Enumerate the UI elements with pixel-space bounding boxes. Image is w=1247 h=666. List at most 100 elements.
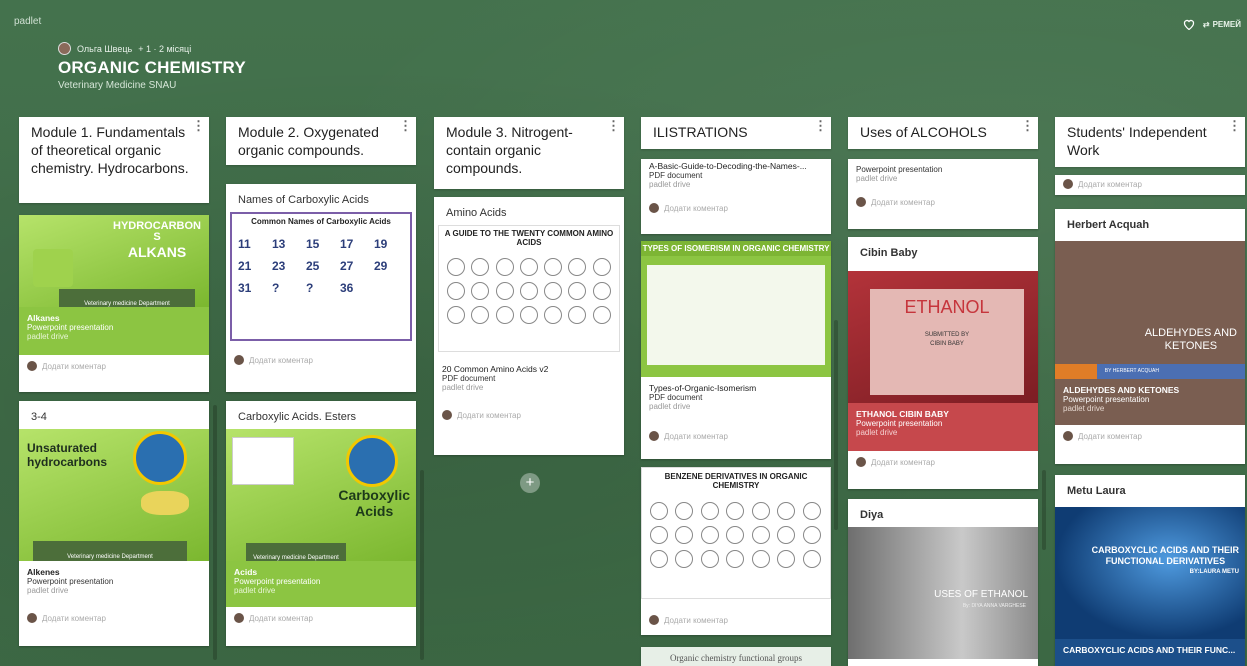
thumb-title: Organic chemistry functional groups xyxy=(669,653,803,663)
post-title: Metu Laura xyxy=(1067,485,1126,497)
post-attachment[interactable]: Alkanes Powerpoint presentation padlet d… xyxy=(19,307,209,355)
post-attachment[interactable]: ETHANOL CIBIN BABY Powerpoint presentati… xyxy=(848,403,1038,451)
brand-label[interactable]: padlet xyxy=(14,16,41,27)
post-amino-acids[interactable]: Amino Acids A GUIDE TO THE TWENTY COMMON… xyxy=(434,197,624,455)
column-menu-icon[interactable]: ⋮ xyxy=(814,119,827,132)
attachment-type: Powerpoint presentation xyxy=(234,577,321,586)
column-menu-icon[interactable]: ⋮ xyxy=(607,119,620,132)
avatar[interactable] xyxy=(58,42,71,55)
post-cibin-baby[interactable]: Cibin Baby ETHANOL SUBMITTED BY CIBIN BA… xyxy=(848,237,1038,489)
carbon-count: 23 xyxy=(272,259,286,273)
add-comment-label: Додати коментар xyxy=(457,410,521,420)
thumb-title: TYPES OF ISOMERISM IN ORGANIC CHEMISTRY xyxy=(641,241,831,256)
add-comment[interactable]: Додати коментар xyxy=(848,451,1038,477)
add-comment[interactable]: Додати коментар xyxy=(641,425,831,451)
thumb-text: BY HERBERT ACQUAH xyxy=(1096,364,1245,379)
thumb-text: ALKANS xyxy=(127,244,187,260)
heart-icon[interactable] xyxy=(1183,19,1195,30)
top-actions: ⇄ РЕМЕЙ xyxy=(1183,19,1241,30)
column-uses-of-alcohols: Uses of ALCOHOLS ⋮ Powerpoint presentati… xyxy=(848,117,1038,666)
thumb-text: S xyxy=(153,231,161,243)
avatar xyxy=(1063,179,1073,189)
attachment-type: PDF document xyxy=(442,374,496,383)
post-attachment[interactable]: CARBOXYCLIC ACIDS AND THEIR FUNC... xyxy=(1055,639,1245,666)
carbon-count: 36 xyxy=(340,281,354,295)
post-comment-only[interactable]: Додати коментар xyxy=(1055,175,1245,195)
post-carboxylic-acids-esters[interactable]: Carboxylic Acids. Esters Carboxylic Acid… xyxy=(226,401,416,646)
molecule-image xyxy=(232,437,294,485)
post-attachment[interactable]: Acids Powerpoint presentation padlet dri… xyxy=(226,561,416,607)
scrollbar[interactable] xyxy=(213,405,217,660)
thumb-banner: Veterinary medicine Department xyxy=(33,541,187,561)
column-menu-icon[interactable]: ⋮ xyxy=(1021,119,1034,132)
post-herbert-acquah[interactable]: Herbert Acquah ALDEHYDES AND KETONES BY … xyxy=(1055,209,1245,464)
post-thumbnail: A GUIDE TO THE TWENTY COMMON AMINO ACIDS xyxy=(438,225,620,352)
attachment-name: Alkenes xyxy=(27,567,60,577)
post-title: 3-4 xyxy=(31,411,47,423)
thumb-text: By: DIYA ANNA VARGHESE xyxy=(962,603,1026,609)
post-attachment[interactable]: Alkenes Powerpoint presentation padlet d… xyxy=(19,561,209,607)
post-thumbnail: CARBOXYCLIC ACIDS AND THEIR FUNCTIONAL D… xyxy=(1055,507,1245,639)
post-benzene-derivatives[interactable]: BENZENE DERIVATIVES IN ORGANIC CHEMISTRY… xyxy=(641,467,831,635)
author-line: Ольга Швець + 1 · 2 місяці xyxy=(58,42,191,55)
add-comment[interactable]: Додати коментар xyxy=(226,349,416,375)
university-logo xyxy=(346,435,398,487)
avatar xyxy=(649,615,659,625)
carbon-count: 13 xyxy=(272,237,286,251)
column-title: Module 3. Nitrogent-contain organic comp… xyxy=(446,124,573,176)
column-header: Uses of ALCOHOLS ⋮ xyxy=(848,117,1038,149)
thumb-text: BY:LAURA METU xyxy=(1189,569,1239,575)
amino-acid-grid xyxy=(439,250,619,332)
post-attachment[interactable]: Types-of-Organic-Isomerism PDF document … xyxy=(641,377,831,425)
post-functional-groups[interactable]: Organic chemistry functional groups xyxy=(641,647,831,666)
add-comment[interactable]: Додати коментар xyxy=(1055,175,1245,195)
thumb-text: hydrocarbons xyxy=(27,455,108,469)
post-types-of-isomerism[interactable]: TYPES OF ISOMERISM IN ORGANIC CHEMISTRY … xyxy=(641,241,831,459)
avatar xyxy=(856,457,866,467)
post-attachment[interactable]: Powerpoint presentation padlet drive xyxy=(848,159,1038,191)
attachment-type: Powerpoint presentation xyxy=(27,577,114,586)
author-meta: + 1 · 2 місяці xyxy=(138,43,192,54)
post-attachment[interactable]: 20 Common Amino Acids v2 PDF document pa… xyxy=(434,358,624,404)
thumb-text: CARBOXYCLIC ACIDS AND THEIR xyxy=(1091,545,1239,555)
post-attachment[interactable]: A-Basic-Guide-to-Decoding-the-Names-... … xyxy=(641,159,831,197)
post-alkenes[interactable]: 3-4 Unsaturated hydrocarbons Veterinary … xyxy=(19,401,209,646)
post-metu-laura[interactable]: Metu Laura CARBOXYCLIC ACIDS AND THEIR F… xyxy=(1055,475,1245,666)
column-menu-icon[interactable]: ⋮ xyxy=(192,119,205,132)
post-alkanes[interactable]: HYDROCARBON S ALKANS Veterinary medicine… xyxy=(19,215,209,392)
attachment-name: A-Basic-Guide-to-Decoding-the-Names-... xyxy=(649,161,807,171)
add-comment[interactable]: Додати коментар xyxy=(848,191,1038,217)
add-comment[interactable]: Додати коментар xyxy=(641,609,831,635)
add-comment[interactable]: Додати коментар xyxy=(19,355,209,381)
attachment-name: ETHANOL CIBIN BABY xyxy=(856,409,949,419)
add-comment[interactable]: Додати коментар xyxy=(19,607,209,633)
post-diya[interactable]: Diya USES OF ETHANOL By: DIYA ANNA VARGH… xyxy=(848,499,1038,666)
add-comment[interactable]: Додати коментар xyxy=(641,197,831,223)
add-comment[interactable]: Додати коментар xyxy=(1055,425,1245,451)
scrollbar[interactable] xyxy=(420,470,424,660)
column-students-work: Students' Independent Work ⋮ Додати коме… xyxy=(1055,117,1245,666)
post-thumbnail: BENZENE DERIVATIVES IN ORGANIC CHEMISTRY xyxy=(641,467,831,599)
remix-button[interactable]: ⇄ РЕМЕЙ xyxy=(1203,20,1241,29)
attachment-source: padlet drive xyxy=(856,174,898,183)
avatar xyxy=(649,431,659,441)
add-post-button[interactable]: + xyxy=(520,473,540,493)
post-alcohol-presentation[interactable]: Powerpoint presentation padlet drive Дод… xyxy=(848,159,1038,229)
carbon-count: 29 xyxy=(374,259,388,273)
add-comment-label: Додати коментар xyxy=(42,361,106,371)
thumb-text: FUNCTIONAL DERIVATIVES xyxy=(1105,556,1226,566)
column-menu-icon[interactable]: ⋮ xyxy=(1228,119,1241,132)
board-title: ORGANIC CHEMISTRY xyxy=(58,58,246,77)
post-decoding-names[interactable]: A-Basic-Guide-to-Decoding-the-Names-... … xyxy=(641,159,831,234)
attachment-type: Powerpoint presentation xyxy=(856,165,943,174)
thumb-image xyxy=(647,265,825,365)
scrollbar[interactable] xyxy=(834,320,838,530)
column-menu-icon[interactable]: ⋮ xyxy=(399,119,412,132)
add-comment[interactable]: Додати коментар xyxy=(434,404,624,430)
post-thumbnail: Common Names of Carboxylic Acids 11 13 1… xyxy=(230,212,412,341)
post-attachment[interactable]: ALDEHYDES AND KETONES Powerpoint present… xyxy=(1055,379,1245,425)
post-names-of-carboxylic-acids[interactable]: Names of Carboxylic Acids Common Names o… xyxy=(226,184,416,392)
thumb-text: ETHANOL xyxy=(904,297,990,317)
scrollbar[interactable] xyxy=(1042,470,1046,550)
add-comment[interactable]: Додати коментар xyxy=(226,607,416,633)
